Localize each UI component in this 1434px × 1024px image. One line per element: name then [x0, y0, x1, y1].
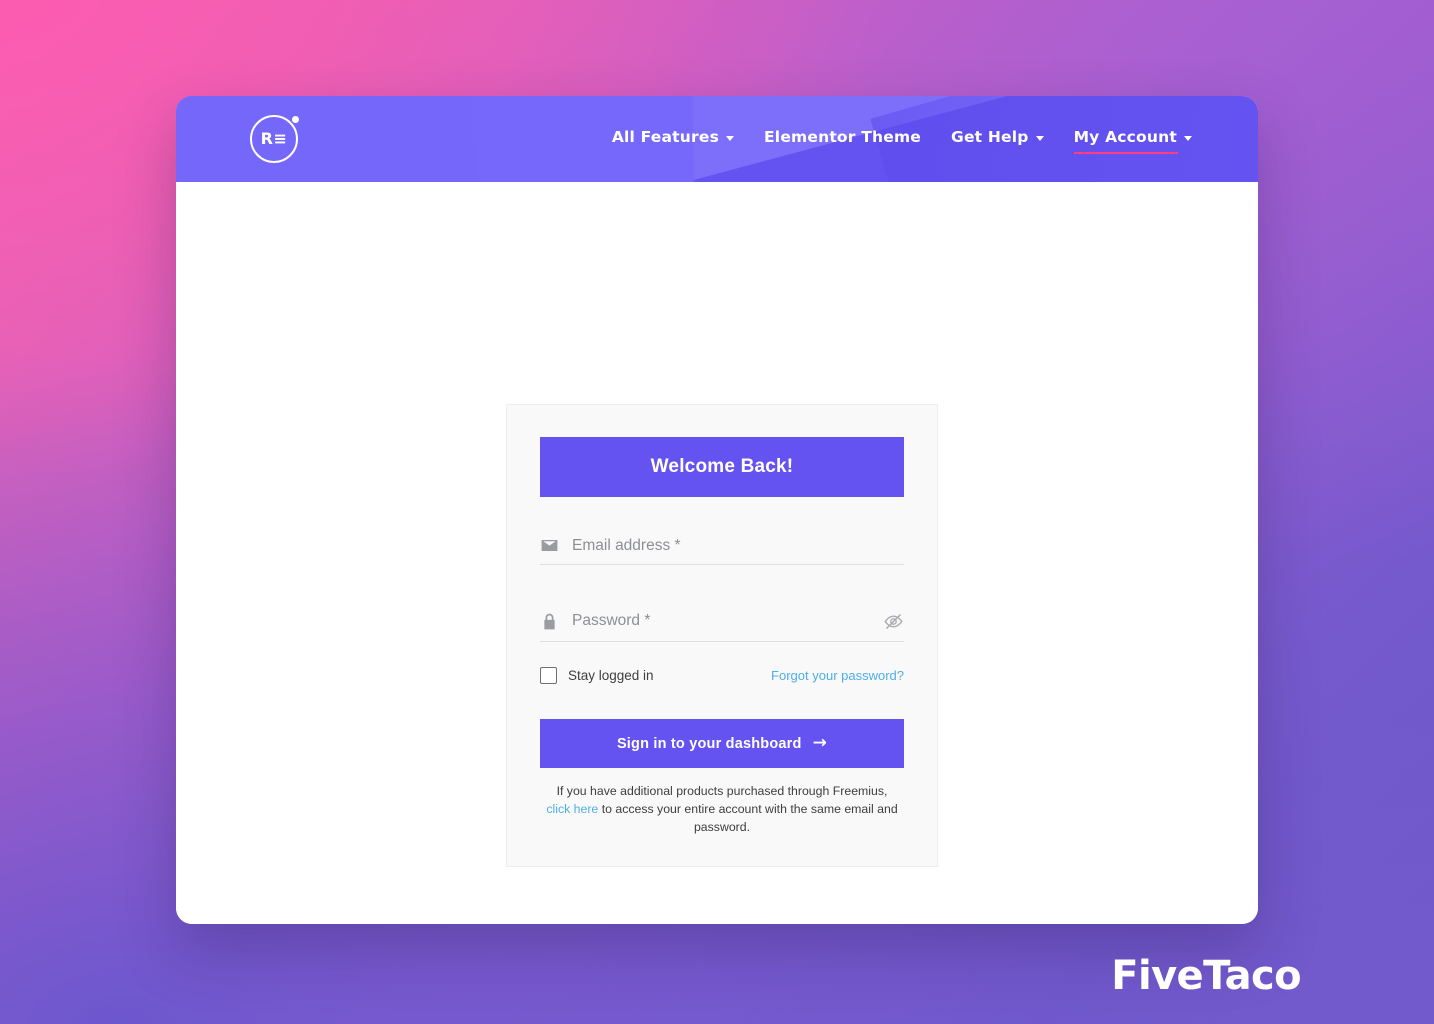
- options-row: Stay logged in Forgot your password?: [540, 667, 904, 684]
- stay-logged-in-checkbox[interactable]: Stay logged in: [540, 667, 654, 684]
- accent-dot-icon: [292, 116, 299, 123]
- nav-label: My Account: [1073, 128, 1177, 146]
- nav-label: Elementor Theme: [764, 128, 922, 146]
- login-form: [540, 532, 904, 642]
- fivetaco-watermark: FiveTaco: [1111, 953, 1301, 999]
- nav-label: Get Help: [951, 128, 1029, 146]
- brand-logo[interactable]: R≡: [248, 113, 300, 165]
- sign-in-button[interactable]: Sign in to your dashboard →: [540, 719, 904, 768]
- click-here-link[interactable]: click here: [546, 802, 598, 816]
- card-note: If you have additional products purchase…: [540, 783, 904, 836]
- logo-ring-icon: R≡: [250, 115, 298, 163]
- lock-icon: [540, 612, 559, 631]
- nav-item-all-features[interactable]: All Features: [611, 128, 735, 150]
- envelope-icon: [540, 536, 559, 555]
- card-title: Welcome Back!: [540, 437, 904, 497]
- sign-in-button-label: Sign in to your dashboard: [616, 735, 802, 752]
- email-field-row: [540, 532, 904, 565]
- main-nav: All Features Elementor Theme Get Help My…: [611, 128, 1192, 154]
- nav-item-elementor-theme[interactable]: Elementor Theme: [764, 128, 921, 150]
- chevron-down-icon: [1035, 135, 1044, 141]
- chevron-down-icon: [726, 135, 735, 141]
- login-card: Welcome Back! Email address * Stay logge…: [506, 404, 938, 868]
- arrow-right-icon: →: [812, 733, 828, 753]
- password-input[interactable]: [572, 612, 882, 630]
- page-body: Welcome Back! Email address * Stay logge…: [176, 182, 1258, 924]
- browser-window: R≡ All Features Elementor Theme Get Help: [176, 96, 1258, 924]
- card-note-part1: If you have additional products purchase…: [556, 784, 888, 798]
- nav-item-get-help[interactable]: Get Help: [951, 128, 1044, 150]
- eye-off-icon[interactable]: [882, 610, 904, 632]
- forgot-password-link[interactable]: Forgot your password?: [771, 668, 904, 683]
- nav-label: All Features: [611, 128, 720, 146]
- logo-mark-text: R≡: [260, 129, 288, 148]
- password-field-row: [540, 606, 904, 642]
- checkbox-box-icon[interactable]: [540, 667, 557, 684]
- chevron-down-icon: [1184, 135, 1192, 141]
- page-backdrop: R≡ All Features Elementor Theme Get Help: [0, 0, 1434, 1024]
- card-note-part2: to access your entire account with the s…: [598, 801, 898, 834]
- nav-item-my-account[interactable]: My Account: [1073, 128, 1192, 154]
- email-input[interactable]: [572, 536, 904, 555]
- site-header: R≡ All Features Elementor Theme Get Help: [176, 96, 1258, 182]
- header-inner: R≡ All Features Elementor Theme Get Help: [176, 96, 1258, 182]
- stay-logged-in-label: Stay logged in: [568, 668, 654, 683]
